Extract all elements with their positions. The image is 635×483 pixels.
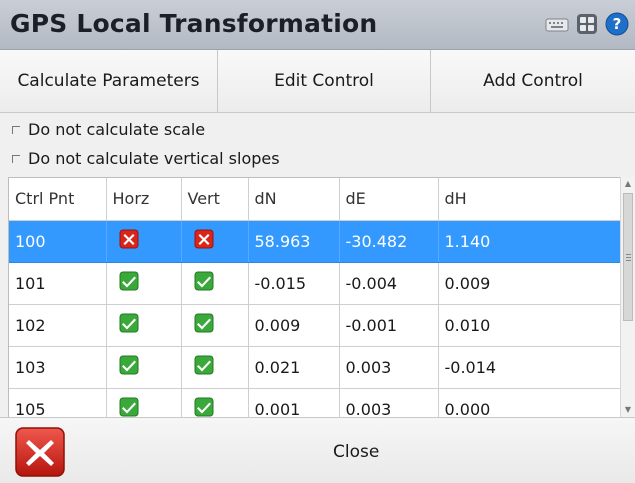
check-icon xyxy=(194,271,214,295)
scrollbar-thumb[interactable] xyxy=(623,193,633,321)
option-no-scale[interactable]: Do not calculate scale xyxy=(12,118,205,140)
col-horz[interactable]: Horz xyxy=(106,178,182,221)
cell-ctrl-pnt: 105 xyxy=(9,388,107,417)
cell-horz xyxy=(106,262,182,305)
check-icon xyxy=(119,397,139,417)
cell-de: -0.004 xyxy=(339,262,439,305)
check-icon xyxy=(194,355,214,379)
col-vert[interactable]: Vert xyxy=(181,178,249,221)
cell-ctrl-pnt: 103 xyxy=(9,346,107,389)
scroll-down-arrow-icon[interactable]: ▼ xyxy=(621,403,635,417)
table-row[interactable]: 105 0.001 0.003 0.000 xyxy=(9,388,622,417)
x-icon xyxy=(194,229,214,253)
cell-vert xyxy=(181,346,249,389)
cell-horz xyxy=(106,388,182,417)
footer-bar: Close xyxy=(0,417,635,483)
cell-dh: 0.009 xyxy=(438,262,622,305)
cell-horz xyxy=(106,220,182,263)
action-bar: Calculate Parameters Edit Control Add Co… xyxy=(0,50,635,113)
cell-dn: 0.001 xyxy=(248,388,340,417)
cell-horz xyxy=(106,346,182,389)
check-icon xyxy=(119,313,139,337)
table-row[interactable]: 102 0.009 -0.001 0.010 xyxy=(9,304,622,347)
check-icon xyxy=(119,355,139,379)
cell-dn: 58.963 xyxy=(248,220,340,263)
table-row[interactable]: 101 -0.015 -0.004 0.009 xyxy=(9,262,622,305)
cell-vert xyxy=(181,220,249,263)
cell-ctrl-pnt: 101 xyxy=(9,262,107,305)
no-scale-label: Do not calculate scale xyxy=(28,119,206,139)
check-icon xyxy=(194,313,214,337)
cell-ctrl-pnt: 102 xyxy=(9,304,107,347)
title-bar-icons: ? xyxy=(545,12,629,36)
control-points-table: Ctrl Pnt Horz Vert dN dE dH 100 58.963 -30… xyxy=(9,178,622,417)
cell-dn: 0.009 xyxy=(248,304,340,347)
cell-de: -0.001 xyxy=(339,304,439,347)
help-icon[interactable]: ? xyxy=(605,12,629,36)
col-dn[interactable]: dN xyxy=(248,178,340,221)
cell-dn: -0.015 xyxy=(248,262,340,305)
col-dh[interactable]: dH xyxy=(438,178,622,221)
close-x-icon[interactable] xyxy=(14,426,66,478)
calculate-parameters-button[interactable]: Calculate Parameters xyxy=(0,50,218,112)
control-points-grid[interactable]: Ctrl Pnt Horz Vert dN dE dH 100 58.963 -30… xyxy=(8,177,635,417)
keyboard-icon[interactable] xyxy=(545,12,569,36)
grid-icon[interactable] xyxy=(575,12,599,36)
cell-dh: 1.140 xyxy=(438,220,622,263)
table-scrollbar[interactable]: ▲ ▼ xyxy=(620,177,635,417)
title-bar: GPS Local Transformation ? xyxy=(0,0,635,50)
cell-dh: 0.010 xyxy=(438,304,622,347)
cell-dn: 0.021 xyxy=(248,346,340,389)
no-vertical-slopes-label: Do not calculate vertical slopes xyxy=(28,148,280,168)
cell-ctrl-pnt: 100 xyxy=(9,220,107,263)
no-scale-checkbox[interactable] xyxy=(12,126,20,134)
cell-dh: 0.000 xyxy=(438,388,622,417)
option-no-vertical-slopes[interactable]: Do not calculate vertical slopes xyxy=(12,147,280,169)
svg-text:?: ? xyxy=(613,15,622,33)
cell-de: 0.003 xyxy=(339,388,439,417)
add-control-button[interactable]: Add Control xyxy=(431,50,635,112)
scroll-up-arrow-icon[interactable]: ▲ xyxy=(621,177,635,191)
cell-horz xyxy=(106,304,182,347)
table-header: Ctrl Pnt Horz Vert dN dE dH xyxy=(9,178,622,221)
cell-vert xyxy=(181,388,249,417)
table-row[interactable]: 100 58.963 -30.482 1.140 xyxy=(9,220,622,263)
window-title: GPS Local Transformation xyxy=(10,9,378,38)
cell-de: 0.003 xyxy=(339,346,439,389)
col-de[interactable]: dE xyxy=(339,178,439,221)
close-button[interactable]: Close xyxy=(333,442,379,462)
no-vertical-slopes-checkbox[interactable] xyxy=(12,155,20,163)
x-icon xyxy=(119,229,139,253)
cell-de: -30.482 xyxy=(339,220,439,263)
cell-dh: -0.014 xyxy=(438,346,622,389)
cell-vert xyxy=(181,262,249,305)
col-ctrl-pnt[interactable]: Ctrl Pnt xyxy=(9,178,107,221)
check-icon xyxy=(194,397,214,417)
cell-vert xyxy=(181,304,249,347)
table-row[interactable]: 103 0.021 0.003 -0.014 xyxy=(9,346,622,389)
check-icon xyxy=(119,271,139,295)
edit-control-button[interactable]: Edit Control xyxy=(218,50,431,112)
